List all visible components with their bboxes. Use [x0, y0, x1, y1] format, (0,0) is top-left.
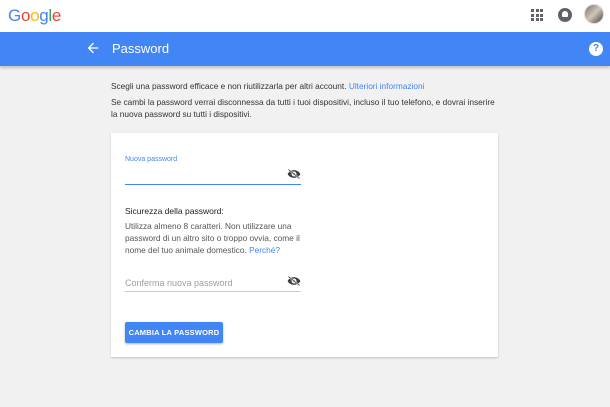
apps-grid-icon[interactable] — [531, 9, 543, 21]
intro-line-2: Se cambi la password verrai disconnessa … — [111, 96, 495, 120]
logo-letter: e — [51, 6, 62, 25]
google-logo[interactable]: Google — [8, 6, 61, 26]
confirm-password-input[interactable]: Conferma nuova password — [125, 275, 301, 292]
help-icon[interactable]: ? — [589, 42, 603, 56]
password-strength-title: Sicurezza della password: — [125, 206, 224, 216]
intro-line-1-text: Scegli una password efficace e non riuti… — [111, 81, 347, 91]
password-form-card: Nuova password Sicurezza della password:… — [111, 133, 498, 357]
visibility-off-icon[interactable] — [287, 276, 301, 286]
intro-text: Scegli una password efficace e non riuti… — [111, 80, 501, 124]
new-password-input[interactable] — [125, 167, 301, 185]
intro-line-1: Scegli una password efficace e non riuti… — [111, 80, 501, 93]
back-arrow-icon[interactable] — [85, 40, 101, 56]
top-bar: Google — [0, 0, 610, 32]
page-title: Password — [112, 41, 170, 56]
why-link[interactable]: Perché? — [249, 245, 280, 255]
visibility-off-icon[interactable] — [287, 169, 301, 179]
logo-letter: o — [20, 6, 31, 25]
password-strength-text: Utilizza almeno 8 caratteri. Non utilizz… — [125, 220, 315, 256]
new-password-label: Nuova password — [125, 156, 178, 163]
app-bar: Password ? — [0, 32, 610, 66]
more-info-link[interactable]: Ulteriori informazioni — [349, 81, 425, 91]
logo-letter: G — [8, 6, 21, 25]
change-password-button[interactable]: CAMBIA LA PASSWORD — [125, 322, 223, 343]
notifications-icon[interactable] — [558, 8, 572, 22]
avatar[interactable] — [584, 4, 604, 24]
logo-letter: o — [30, 6, 40, 25]
